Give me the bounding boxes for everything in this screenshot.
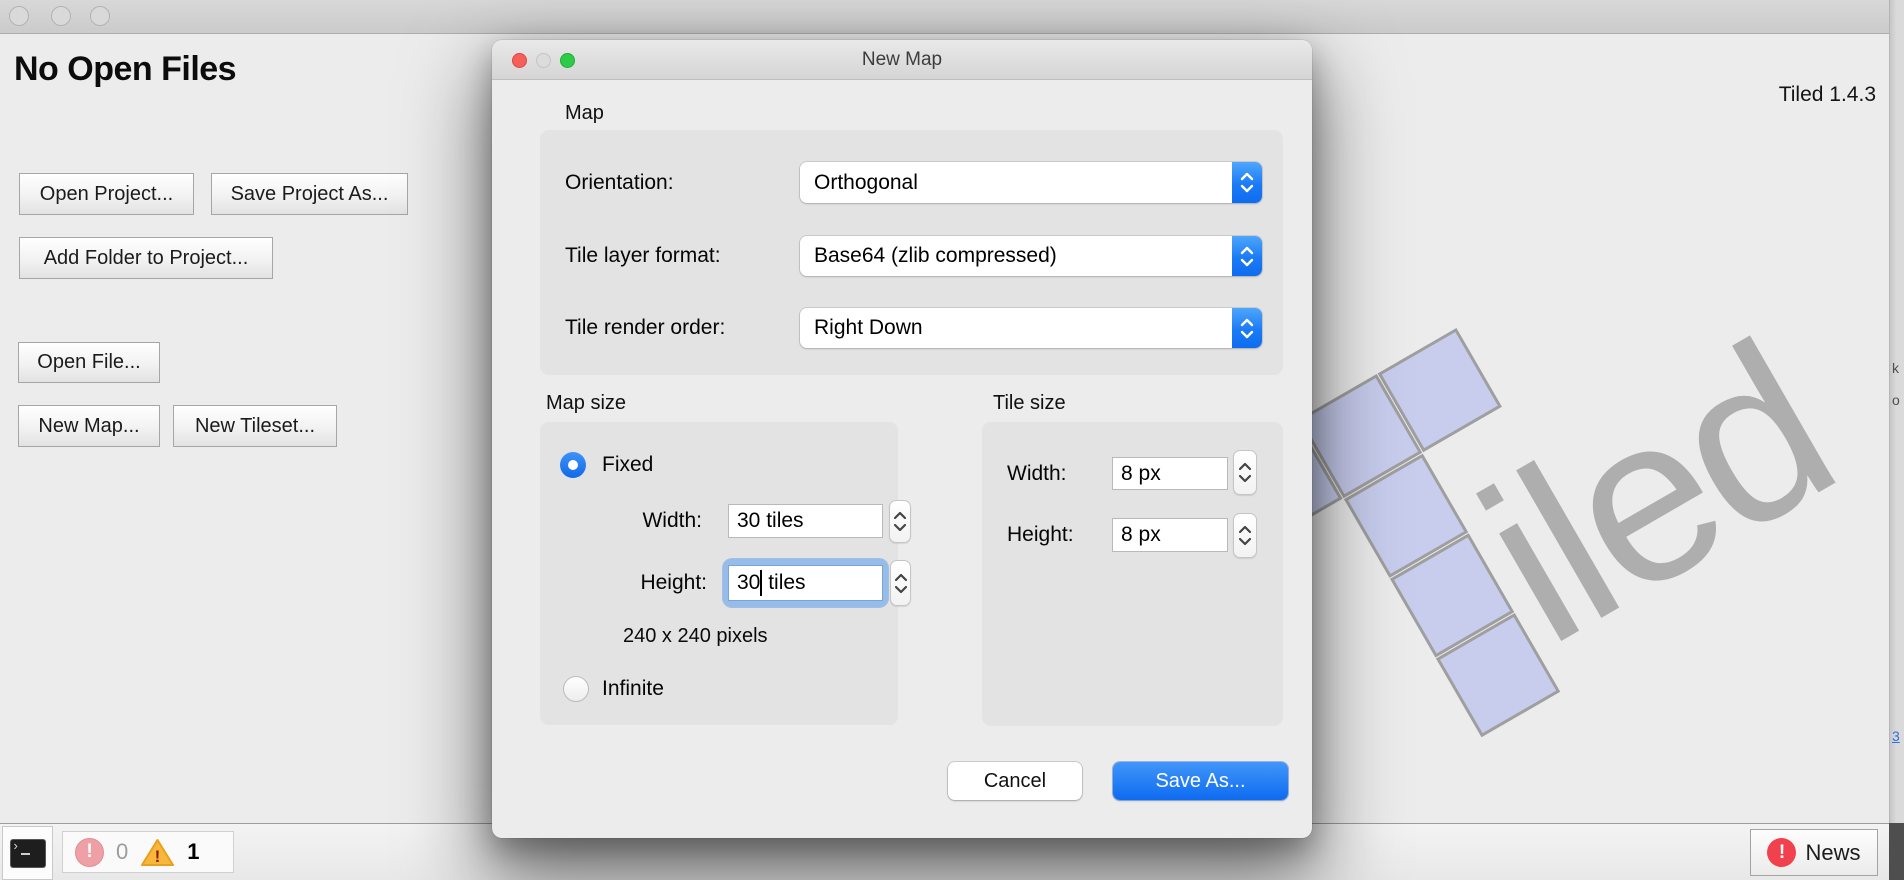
screen-edge-dark: [1889, 823, 1904, 880]
dropdown-arrows-icon: [1232, 162, 1262, 203]
infinite-radio[interactable]: [563, 676, 589, 702]
tile-height-value: 8 px: [1121, 523, 1161, 547]
edge-text-fragment: o: [1892, 392, 1900, 408]
watermark-text: iled: [1441, 293, 1869, 692]
screen-edge-strip: [1889, 0, 1904, 880]
save-as-button[interactable]: Save As...: [1113, 762, 1288, 800]
map-height-label: Height:: [602, 565, 707, 601]
warning-count: 1: [187, 839, 199, 865]
fixed-radio[interactable]: [560, 452, 586, 478]
close-button[interactable]: [9, 6, 29, 26]
minimize-button[interactable]: [51, 6, 71, 26]
app-version: Tiled 1.4.3: [1748, 83, 1876, 107]
screen: iled No Open Files Tiled 1.4.3 Open Proj…: [0, 0, 1904, 880]
tile-layer-format-dropdown[interactable]: Base64 (zlib compressed): [800, 236, 1262, 276]
dropdown-arrows-icon: [1232, 308, 1262, 348]
logo-tile: [1380, 330, 1500, 450]
news-alert-icon: !: [1767, 838, 1796, 867]
tile-height-stepper[interactable]: [1233, 513, 1257, 558]
map-group-label: Map: [565, 102, 604, 125]
orientation-dropdown[interactable]: Orthogonal: [800, 162, 1262, 203]
open-project-button[interactable]: Open Project...: [19, 173, 194, 215]
tile-render-order-label: Tile render order:: [565, 308, 725, 348]
new-map-dialog: New Map Map Orientation: Orthogonal Tile…: [492, 40, 1312, 838]
logo-tile: [1392, 535, 1512, 655]
tile-height-label: Height:: [1007, 518, 1074, 552]
tile-layer-format-label: Tile layer format:: [565, 236, 721, 276]
orientation-value: Orthogonal: [814, 171, 918, 195]
new-map-button[interactable]: New Map...: [18, 405, 160, 447]
news-button[interactable]: ! News: [1750, 829, 1878, 876]
map-height-unit: tiles: [762, 571, 805, 595]
zoom-button[interactable]: [90, 6, 110, 26]
news-label: News: [1805, 840, 1860, 866]
page-title: No Open Files: [14, 50, 236, 89]
logo-tile: [1438, 615, 1558, 735]
tile-size-group-label: Tile size: [993, 392, 1066, 415]
open-file-button[interactable]: Open File...: [18, 342, 160, 383]
map-width-unit: tiles: [760, 509, 803, 533]
tile-width-stepper[interactable]: [1233, 450, 1257, 495]
tile-layer-format-value: Base64 (zlib compressed): [814, 244, 1057, 268]
orientation-label: Orientation:: [565, 162, 674, 203]
edge-text-fragment: k: [1892, 360, 1899, 376]
warning-icon: !: [140, 837, 175, 868]
terminal-icon: [10, 839, 46, 868]
cancel-button[interactable]: Cancel: [948, 762, 1082, 800]
map-width-stepper[interactable]: [889, 500, 911, 543]
map-pixel-size-text: 240 x 240 pixels: [623, 625, 768, 648]
map-height-focus-ring: 30 tiles: [723, 559, 888, 607]
add-folder-to-project-button[interactable]: Add Folder to Project...: [19, 237, 273, 279]
svg-text:!: !: [155, 847, 161, 866]
tile-width-value: 8 px: [1121, 462, 1161, 486]
dialog-title: New Map: [492, 40, 1312, 80]
map-height-stepper[interactable]: [890, 560, 911, 606]
fixed-radio-label: Fixed: [602, 452, 653, 478]
logo-tile: [1300, 376, 1420, 496]
tile-width-input[interactable]: 8 px: [1112, 457, 1228, 490]
tile-render-order-value: Right Down: [814, 316, 923, 340]
map-width-input[interactable]: 30 tiles: [728, 504, 883, 538]
dropdown-arrows-icon: [1232, 236, 1262, 276]
map-height-input[interactable]: 30 tiles: [728, 565, 883, 601]
error-count: 0: [116, 839, 128, 865]
tile-width-label: Width:: [1007, 457, 1067, 490]
main-titlebar: [0, 0, 1904, 34]
error-icon: !: [75, 838, 104, 867]
map-height-value: 30: [737, 571, 760, 595]
new-tileset-button[interactable]: New Tileset...: [173, 405, 337, 447]
issues-panel[interactable]: ! 0 ! 1: [62, 831, 234, 873]
dialog-titlebar[interactable]: New Map: [492, 40, 1312, 80]
edge-link-fragment: 3: [1892, 728, 1900, 744]
map-width-value: 30: [737, 509, 760, 533]
console-button[interactable]: [2, 826, 53, 880]
logo-tile: [1346, 456, 1466, 576]
map-width-label: Width:: [602, 504, 702, 538]
infinite-radio-label: Infinite: [602, 676, 664, 702]
save-project-as-button[interactable]: Save Project As...: [211, 173, 408, 215]
map-size-group-label: Map size: [546, 392, 626, 415]
tile-render-order-dropdown[interactable]: Right Down: [800, 308, 1262, 348]
tile-height-input[interactable]: 8 px: [1112, 518, 1228, 552]
